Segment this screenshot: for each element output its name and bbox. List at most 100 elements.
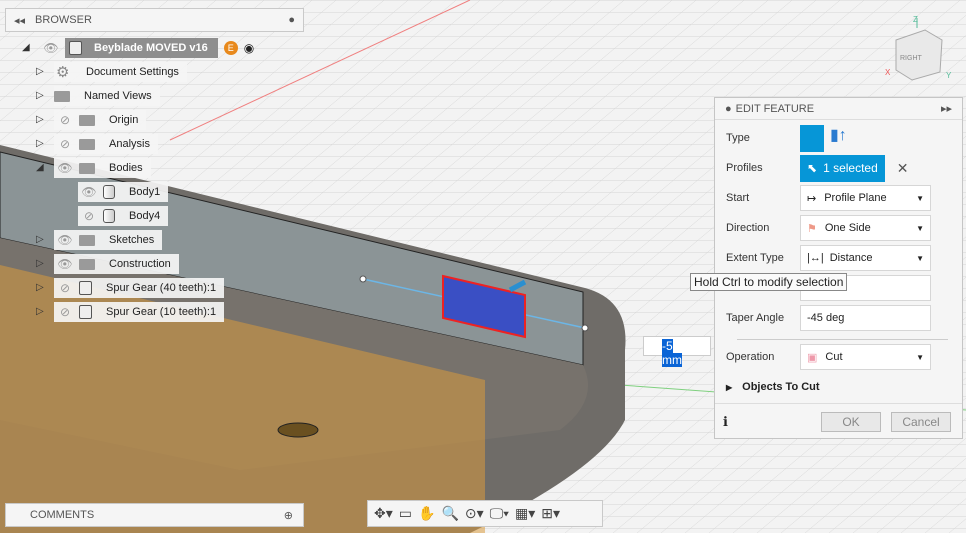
viewports-icon[interactable]: ⊞▾ xyxy=(541,505,560,522)
operation-value: Cut xyxy=(825,351,843,363)
svg-text:RIGHT: RIGHT xyxy=(900,55,923,62)
tree-item[interactable]: ▷ ⊘ Origin xyxy=(36,110,147,130)
type-extrude-button[interactable] xyxy=(800,124,824,152)
eye-icon[interactable]: 👁 xyxy=(81,185,97,199)
objects-to-cut-label: Objects To Cut xyxy=(742,381,820,393)
expand-triangle-icon[interactable]: ▷ xyxy=(36,283,46,293)
expand-triangle-icon[interactable]: ▷ xyxy=(36,139,46,149)
gear-icon: ⚙ xyxy=(56,64,70,81)
dimension-input[interactable]: -5 mm xyxy=(643,336,711,367)
eye-hidden-icon[interactable]: ⊘ xyxy=(57,137,73,151)
start-label: Start xyxy=(726,192,750,204)
profile-plane-icon: ↦ xyxy=(807,192,817,205)
zoom-icon[interactable]: 🔍 xyxy=(441,505,458,522)
tree-item[interactable]: ⊘ Body4 xyxy=(78,206,169,226)
component-icon xyxy=(79,305,92,319)
tree-item-label: Document Settings xyxy=(86,66,179,78)
tree-item[interactable]: ◢ 👁 Bodies xyxy=(36,158,151,178)
tree-root[interactable]: ◢ 👁 Beyblade MOVED v16 E ◉ xyxy=(22,38,254,58)
tree-item-label: Analysis xyxy=(109,138,150,150)
display-settings-icon[interactable]: 🖵▾ xyxy=(490,505,509,522)
root-label: Beyblade MOVED v16 xyxy=(94,42,208,54)
orbit-icon[interactable]: ✥▾ xyxy=(374,505,393,522)
tree-item[interactable]: ▷ ⊘ Spur Gear (10 teeth):1 xyxy=(36,302,225,322)
dialog-title: EDIT FEATURE xyxy=(735,102,815,115)
browser-title: BROWSER xyxy=(35,14,92,26)
expand-triangle-icon[interactable]: ▷ xyxy=(36,67,46,77)
eye-icon[interactable]: 👁 xyxy=(57,161,73,175)
tree-item-label: Origin xyxy=(109,114,139,126)
clear-selection-icon[interactable]: ✕ xyxy=(897,160,909,177)
expand-triangle-icon[interactable]: ▷ xyxy=(36,259,46,269)
taper-angle-input[interactable]: -45 deg xyxy=(800,305,931,331)
tree-item[interactable]: ▷ ⊘ Spur Gear (40 teeth):1 xyxy=(36,278,225,298)
activate-radio-icon[interactable]: ◉ xyxy=(244,41,254,55)
tree-item[interactable]: ▷ Named Views xyxy=(36,86,160,106)
taper-angle-label: Taper Angle xyxy=(726,312,785,324)
profiles-label: Profiles xyxy=(726,162,763,174)
collapse-triangle-icon[interactable]: ◢ xyxy=(36,163,46,173)
tree-item[interactable]: ▷ ⊘ Analysis xyxy=(36,134,158,154)
fit-icon[interactable]: ⊙▾ xyxy=(465,505,484,522)
look-at-icon[interactable]: ▭ xyxy=(399,505,412,522)
tree-item[interactable]: 👁 Body1 xyxy=(78,182,169,202)
eye-hidden-icon[interactable]: ⊘ xyxy=(57,113,73,127)
cancel-button[interactable]: Cancel xyxy=(891,412,951,432)
tree-item-label: Sketches xyxy=(109,234,155,246)
expand-triangle-icon[interactable]: ▷ xyxy=(36,91,46,101)
tree-item-label: Body4 xyxy=(129,210,161,222)
component-icon xyxy=(79,281,92,295)
tree-item[interactable]: ▷ 👁 Sketches xyxy=(36,230,163,250)
eye-hidden-icon[interactable]: ⊘ xyxy=(57,305,73,319)
tooltip: Hold Ctrl to modify selection xyxy=(690,273,848,291)
type-thin-extrude-button[interactable]: ▮↑ xyxy=(830,125,854,152)
svg-text:Z: Z xyxy=(913,15,918,24)
collapse-panel-icon[interactable]: ◂◂ xyxy=(14,14,25,27)
expand-triangle-icon[interactable]: ▶ xyxy=(726,383,732,392)
edit-feature-dialog: ● EDIT FEATURE ▸▸ Type ▮↑ Profiles ⬉ 1 sele… xyxy=(714,97,963,439)
pan-icon[interactable]: ✋ xyxy=(418,505,435,522)
minimize-icon[interactable]: ● xyxy=(288,14,295,26)
folder-icon xyxy=(79,138,95,150)
grid-settings-icon[interactable]: ▦▾ xyxy=(515,505,535,522)
collapse-triangle-icon[interactable]: ◢ xyxy=(22,43,32,53)
direction-value: One Side xyxy=(824,222,871,234)
distance-icon: |↔| xyxy=(807,252,824,264)
ok-button[interactable]: OK xyxy=(821,412,881,432)
info-icon[interactable]: ℹ xyxy=(723,414,728,430)
tree-item-label: Bodies xyxy=(109,162,143,174)
direction-dropdown[interactable]: ⚑ One Side ▼ xyxy=(800,215,931,241)
type-label: Type xyxy=(726,132,750,144)
extent-value: Distance xyxy=(829,252,873,264)
expand-triangle-icon[interactable]: ▷ xyxy=(36,115,46,125)
add-comment-icon[interactable]: ⊕ xyxy=(284,509,293,522)
navigation-toolbar: ✥▾ ▭ ✋ 🔍 ⊙▾ 🖵▾ ▦▾ ⊞▾ xyxy=(367,500,603,527)
tree-item-label: Construction xyxy=(109,258,171,270)
expand-dialog-icon[interactable]: ▸▸ xyxy=(941,102,952,115)
eye-icon[interactable]: 👁 xyxy=(57,257,73,271)
folder-icon xyxy=(79,114,95,126)
tree-item[interactable]: ▷ 👁 Construction xyxy=(36,254,179,274)
eye-icon[interactable]: 👁 xyxy=(57,233,73,247)
start-dropdown[interactable]: ↦ Profile Plane ▼ xyxy=(800,185,931,211)
eye-hidden-icon[interactable]: ⊘ xyxy=(81,209,97,223)
minimize-dialog-icon[interactable]: ● xyxy=(725,103,732,115)
body-icon xyxy=(103,209,115,223)
extent-type-dropdown[interactable]: |↔| Distance ▼ xyxy=(800,245,931,271)
profiles-selection-button[interactable]: ⬉ 1 selected xyxy=(800,154,885,182)
cut-icon: ▣ xyxy=(807,351,818,364)
eye-hidden-icon[interactable]: ⊘ xyxy=(57,281,73,295)
comments-title: COMMENTS xyxy=(30,509,95,521)
objects-to-cut-section[interactable]: ▶ Objects To Cut xyxy=(726,373,820,401)
body-icon xyxy=(103,185,115,199)
tree-item[interactable]: ▷ ⚙ Document Settings xyxy=(36,62,187,82)
cursor-icon: ⬉ xyxy=(807,161,818,175)
operation-dropdown[interactable]: ▣ Cut ▼ xyxy=(800,344,931,370)
expand-triangle-icon[interactable]: ▷ xyxy=(36,307,46,317)
tree-item-label: Spur Gear (40 teeth):1 xyxy=(106,282,217,294)
browser-panel-header: ◂◂ BROWSER ● xyxy=(5,8,304,32)
comments-panel[interactable]: COMMENTS ⊕ xyxy=(5,503,304,527)
eye-icon[interactable]: 👁 xyxy=(43,41,59,55)
expand-triangle-icon[interactable]: ▷ xyxy=(36,235,46,245)
svg-text:Y: Y xyxy=(946,71,952,80)
